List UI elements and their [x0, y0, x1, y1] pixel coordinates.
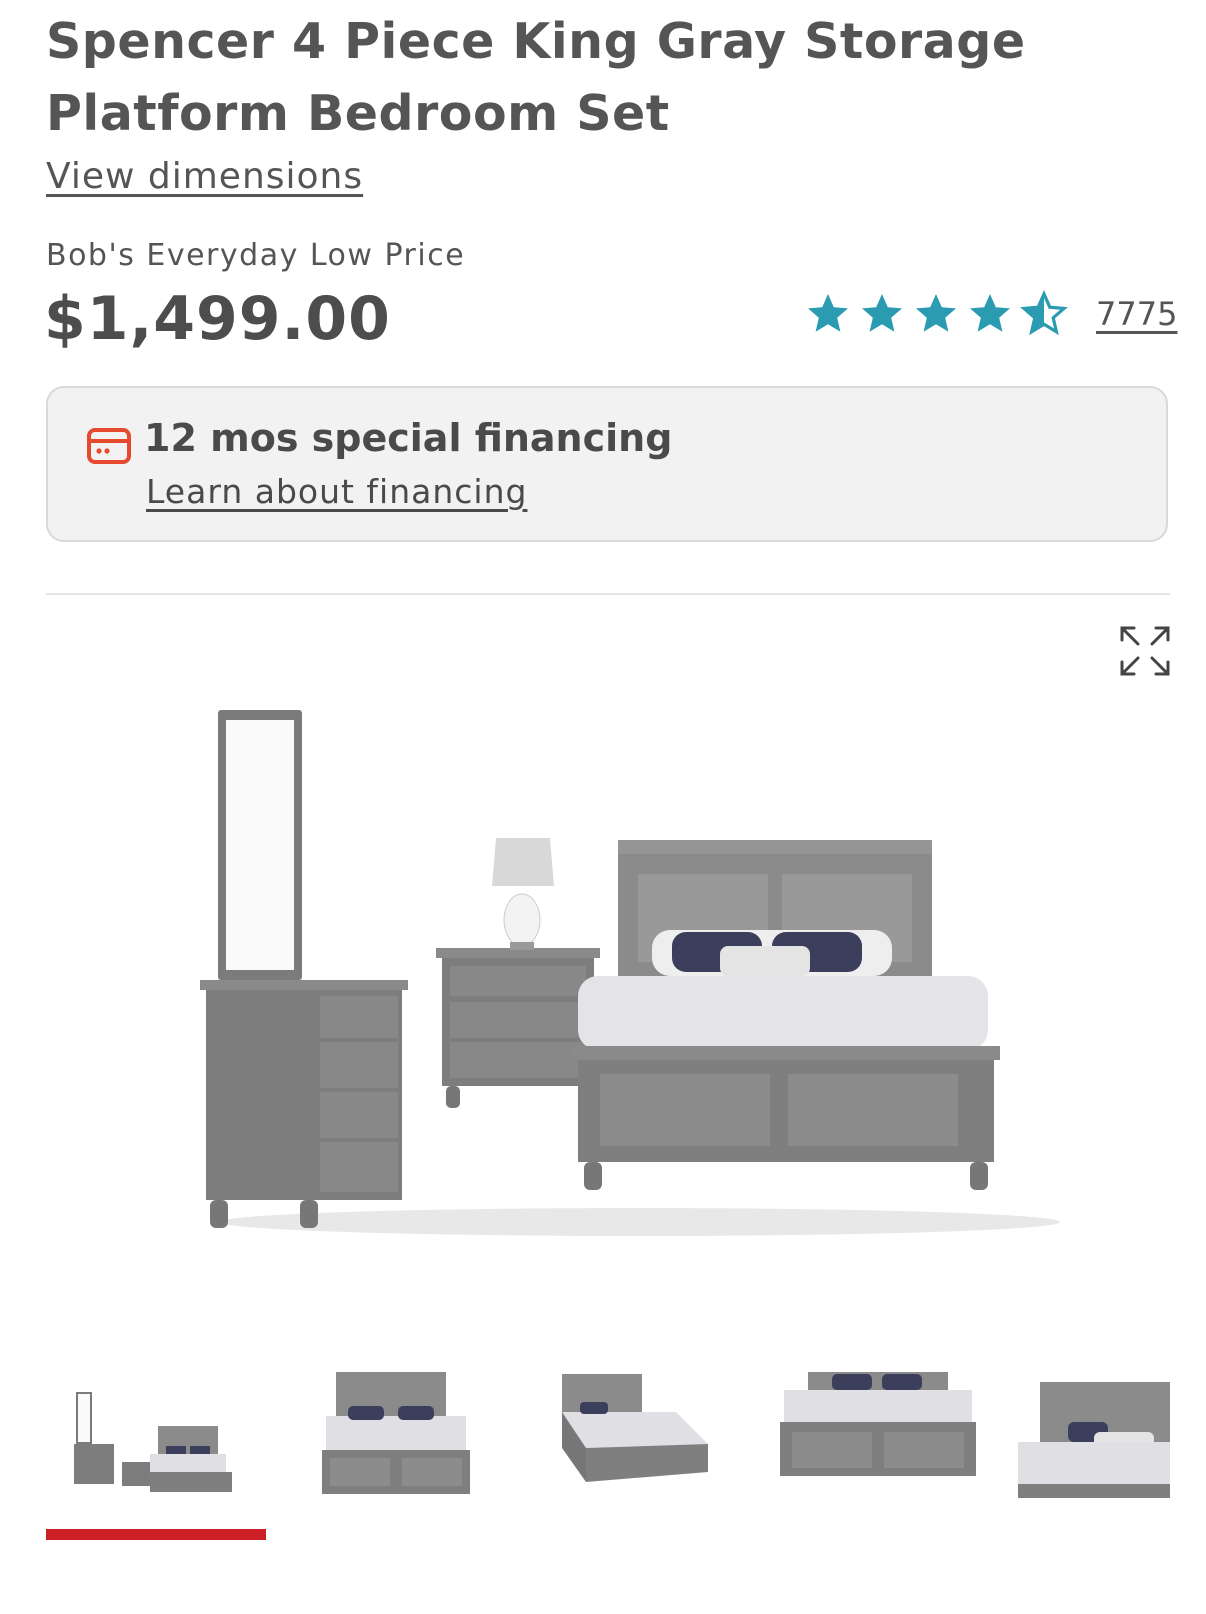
star-full-icon — [916, 294, 956, 332]
view-dimensions-link[interactable]: View dimensions — [46, 156, 363, 197]
financing-title: 12 mos special financing — [144, 416, 673, 460]
star-full-icon — [970, 294, 1010, 332]
financing-banner: 12 mos special financing Learn about fin… — [46, 386, 1168, 542]
thumbnail-bed-footboard[interactable] — [778, 1372, 978, 1522]
thumbnail-bed-front[interactable] — [316, 1372, 476, 1522]
thumbnail-strip — [46, 1372, 1170, 1542]
thumbnail-full-set[interactable] — [66, 1372, 256, 1522]
thumbnail-bed-closeup[interactable] — [1018, 1372, 1170, 1522]
thumbnail-active-indicator — [46, 1529, 266, 1540]
product-title: Spencer 4 Piece King Gray Storage Platfo… — [46, 13, 1026, 142]
product-main-image[interactable] — [180, 690, 1060, 1250]
rating-summary[interactable]: 7775 — [804, 290, 1177, 338]
learn-financing-link[interactable]: Learn about financing — [146, 472, 527, 511]
star-full-icon — [862, 294, 902, 332]
thumbnail-bed-angle[interactable] — [556, 1372, 716, 1522]
divider — [46, 593, 1170, 595]
expand-icon[interactable] — [1118, 624, 1172, 678]
star-full-icon — [808, 294, 848, 332]
star-half-icon — [1020, 290, 1068, 336]
product-price: $1,499.00 — [44, 284, 391, 354]
credit-card-icon — [87, 428, 131, 464]
price-label: Bob's Everyday Low Price — [46, 238, 466, 273]
review-count-link[interactable]: 7775 — [1096, 295, 1177, 333]
